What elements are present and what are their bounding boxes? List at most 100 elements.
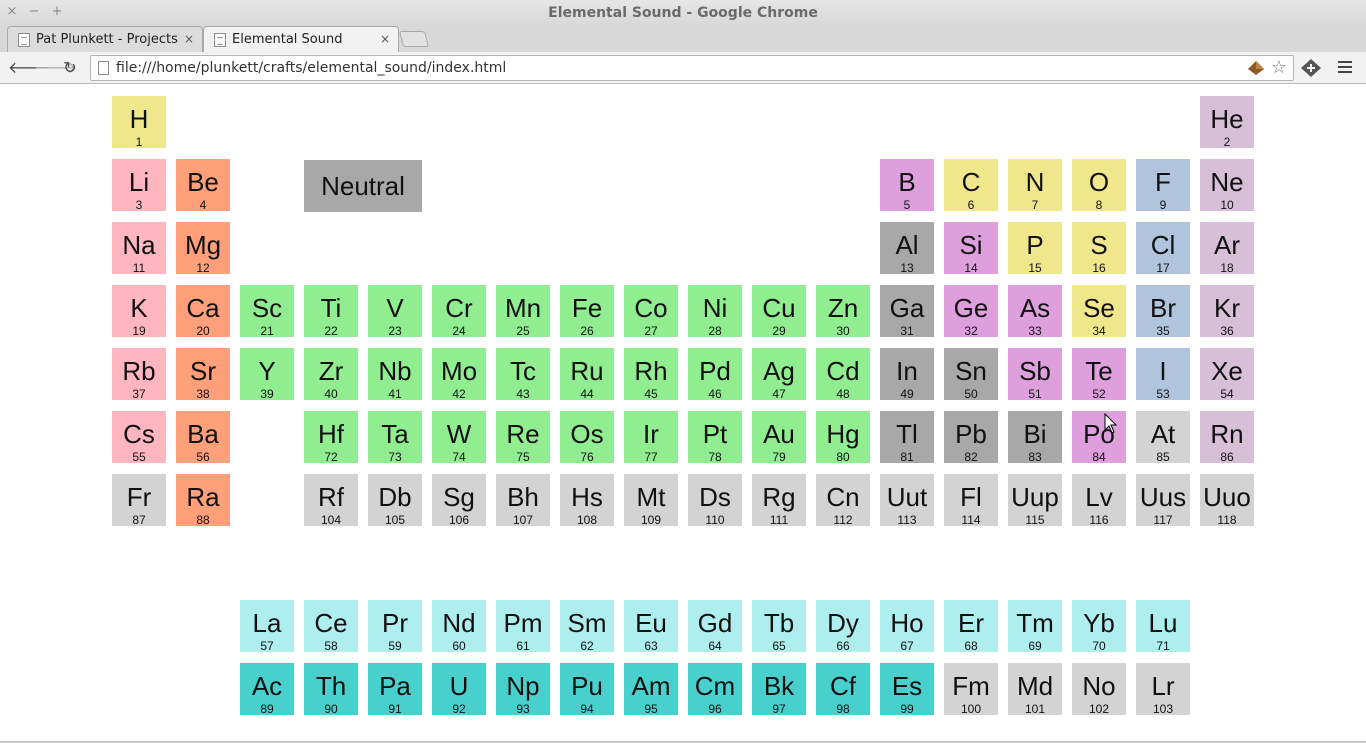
element-mn[interactable]: Mn 25 (496, 285, 550, 338)
element-uus[interactable]: Uus 117 (1136, 474, 1190, 527)
element-se[interactable]: Se 34 (1072, 285, 1126, 338)
element-am[interactable]: Am 95 (624, 663, 678, 716)
bookmark-star-icon[interactable]: ☆ (1271, 57, 1287, 78)
element-lu[interactable]: Lu 71 (1136, 600, 1190, 653)
extension-icon[interactable] (1247, 60, 1265, 76)
element-si[interactable]: Si 14 (944, 222, 998, 275)
element-zr[interactable]: Zr 40 (304, 348, 358, 401)
element-n[interactable]: N7 (1008, 159, 1062, 212)
element-u[interactable]: U 92 (432, 663, 486, 716)
element-nb[interactable]: Nb 41 (368, 348, 422, 401)
element-sm[interactable]: Sm 62 (560, 600, 614, 653)
arrow-left-icon[interactable]: 🡐 (8, 59, 51, 77)
element-al[interactable]: Al 13 (880, 222, 934, 275)
tab-elemental-sound[interactable]: Elemental Sound × (203, 26, 399, 52)
element-ru[interactable]: Ru 44 (560, 348, 614, 401)
element-db[interactable]: Db 105 (368, 474, 422, 527)
element-pr[interactable]: Pr 59 (368, 600, 422, 653)
element-ne[interactable]: Ne 10 (1200, 159, 1254, 212)
element-w[interactable]: W 74 (432, 411, 486, 464)
element-ga[interactable]: Ga 31 (880, 285, 934, 338)
element-lr[interactable]: Lr 103 (1136, 663, 1190, 716)
element-br[interactable]: Br 35 (1136, 285, 1190, 338)
element-fm[interactable]: Fm 100 (944, 663, 998, 716)
element-au[interactable]: Au 79 (752, 411, 806, 464)
element-at[interactable]: At 85 (1136, 411, 1190, 464)
element-fl[interactable]: Fl 114 (944, 474, 998, 527)
element-pu[interactable]: Pu 94 (560, 663, 614, 716)
element-sr[interactable]: Sr 38 (176, 348, 230, 401)
element-tb[interactable]: Tb 65 (752, 600, 806, 653)
element-yb[interactable]: Yb 70 (1072, 600, 1126, 653)
element-b[interactable]: B5 (880, 159, 934, 212)
element-md[interactable]: Md 101 (1008, 663, 1062, 716)
element-uup[interactable]: Uup 115 (1008, 474, 1062, 527)
extension-puzzle-icon[interactable] (1300, 58, 1322, 78)
element-mt[interactable]: Mt 109 (624, 474, 678, 527)
element-he[interactable]: He 2 (1200, 96, 1254, 149)
element-ni[interactable]: Ni 28 (688, 285, 742, 338)
element-mg[interactable]: Mg 12 (176, 222, 230, 275)
element-h[interactable]: H1 (112, 96, 166, 149)
element-o[interactable]: O8 (1072, 159, 1126, 212)
element-rn[interactable]: Rn 86 (1200, 411, 1254, 464)
element-nd[interactable]: Nd 60 (432, 600, 486, 653)
element-ds[interactable]: Ds 110 (688, 474, 742, 527)
element-fe[interactable]: Fe 26 (560, 285, 614, 338)
element-th[interactable]: Th 90 (304, 663, 358, 716)
element-pm[interactable]: Pm 61 (496, 600, 550, 653)
element-rh[interactable]: Rh 45 (624, 348, 678, 401)
legend-neutral[interactable]: Neutral (304, 160, 422, 212)
element-np[interactable]: Np 93 (496, 663, 550, 716)
element-eu[interactable]: Eu 63 (624, 600, 678, 653)
element-bi[interactable]: Bi 83 (1008, 411, 1062, 464)
element-uuo[interactable]: Uuo 118 (1200, 474, 1254, 527)
element-hs[interactable]: Hs 108 (560, 474, 614, 527)
element-gd[interactable]: Gd 64 (688, 600, 742, 653)
menu-icon[interactable] (1334, 58, 1356, 78)
element-f[interactable]: F9 (1136, 159, 1190, 212)
element-hf[interactable]: Hf 72 (304, 411, 358, 464)
element-in[interactable]: In 49 (880, 348, 934, 401)
element-pd[interactable]: Pd 46 (688, 348, 742, 401)
element-as[interactable]: As 33 (1008, 285, 1062, 338)
element-p[interactable]: P 15 (1008, 222, 1062, 275)
element-co[interactable]: Co 27 (624, 285, 678, 338)
element-ti[interactable]: Ti 22 (304, 285, 358, 338)
element-rf[interactable]: Rf 104 (304, 474, 358, 527)
element-li[interactable]: Li 3 (112, 159, 166, 212)
element-bh[interactable]: Bh 107 (496, 474, 550, 527)
element-cd[interactable]: Cd 48 (816, 348, 870, 401)
element-cs[interactable]: Cs 55 (112, 411, 166, 464)
element-cf[interactable]: Cf 98 (816, 663, 870, 716)
element-re[interactable]: Re 75 (496, 411, 550, 464)
element-rb[interactable]: Rb 37 (112, 348, 166, 401)
element-i[interactable]: I 53 (1136, 348, 1190, 401)
element-ho[interactable]: Ho 67 (880, 600, 934, 653)
element-es[interactable]: Es 99 (880, 663, 934, 716)
element-os[interactable]: Os 76 (560, 411, 614, 464)
element-tm[interactable]: Tm 69 (1008, 600, 1062, 653)
element-sb[interactable]: Sb 51 (1008, 348, 1062, 401)
element-sc[interactable]: Sc 21 (240, 285, 294, 338)
element-be[interactable]: Be 4 (176, 159, 230, 212)
element-uut[interactable]: Uut 113 (880, 474, 934, 527)
element-ca[interactable]: Ca 20 (176, 285, 230, 338)
element-cu[interactable]: Cu 29 (752, 285, 806, 338)
element-k[interactable]: K 19 (112, 285, 166, 338)
element-tl[interactable]: Tl 81 (880, 411, 934, 464)
element-pb[interactable]: Pb 82 (944, 411, 998, 464)
element-lv[interactable]: Lv 116 (1072, 474, 1126, 527)
element-ag[interactable]: Ag 47 (752, 348, 806, 401)
element-kr[interactable]: Kr 36 (1200, 285, 1254, 338)
element-rg[interactable]: Rg 111 (752, 474, 806, 527)
element-s[interactable]: S 16 (1072, 222, 1126, 275)
element-cl[interactable]: Cl 17 (1136, 222, 1190, 275)
element-ge[interactable]: Ge 32 (944, 285, 998, 338)
element-te[interactable]: Te 52 (1072, 348, 1126, 401)
element-er[interactable]: Er 68 (944, 600, 998, 653)
element-bk[interactable]: Bk 97 (752, 663, 806, 716)
element-pt[interactable]: Pt 78 (688, 411, 742, 464)
element-hg[interactable]: Hg 80 (816, 411, 870, 464)
element-sn[interactable]: Sn 50 (944, 348, 998, 401)
